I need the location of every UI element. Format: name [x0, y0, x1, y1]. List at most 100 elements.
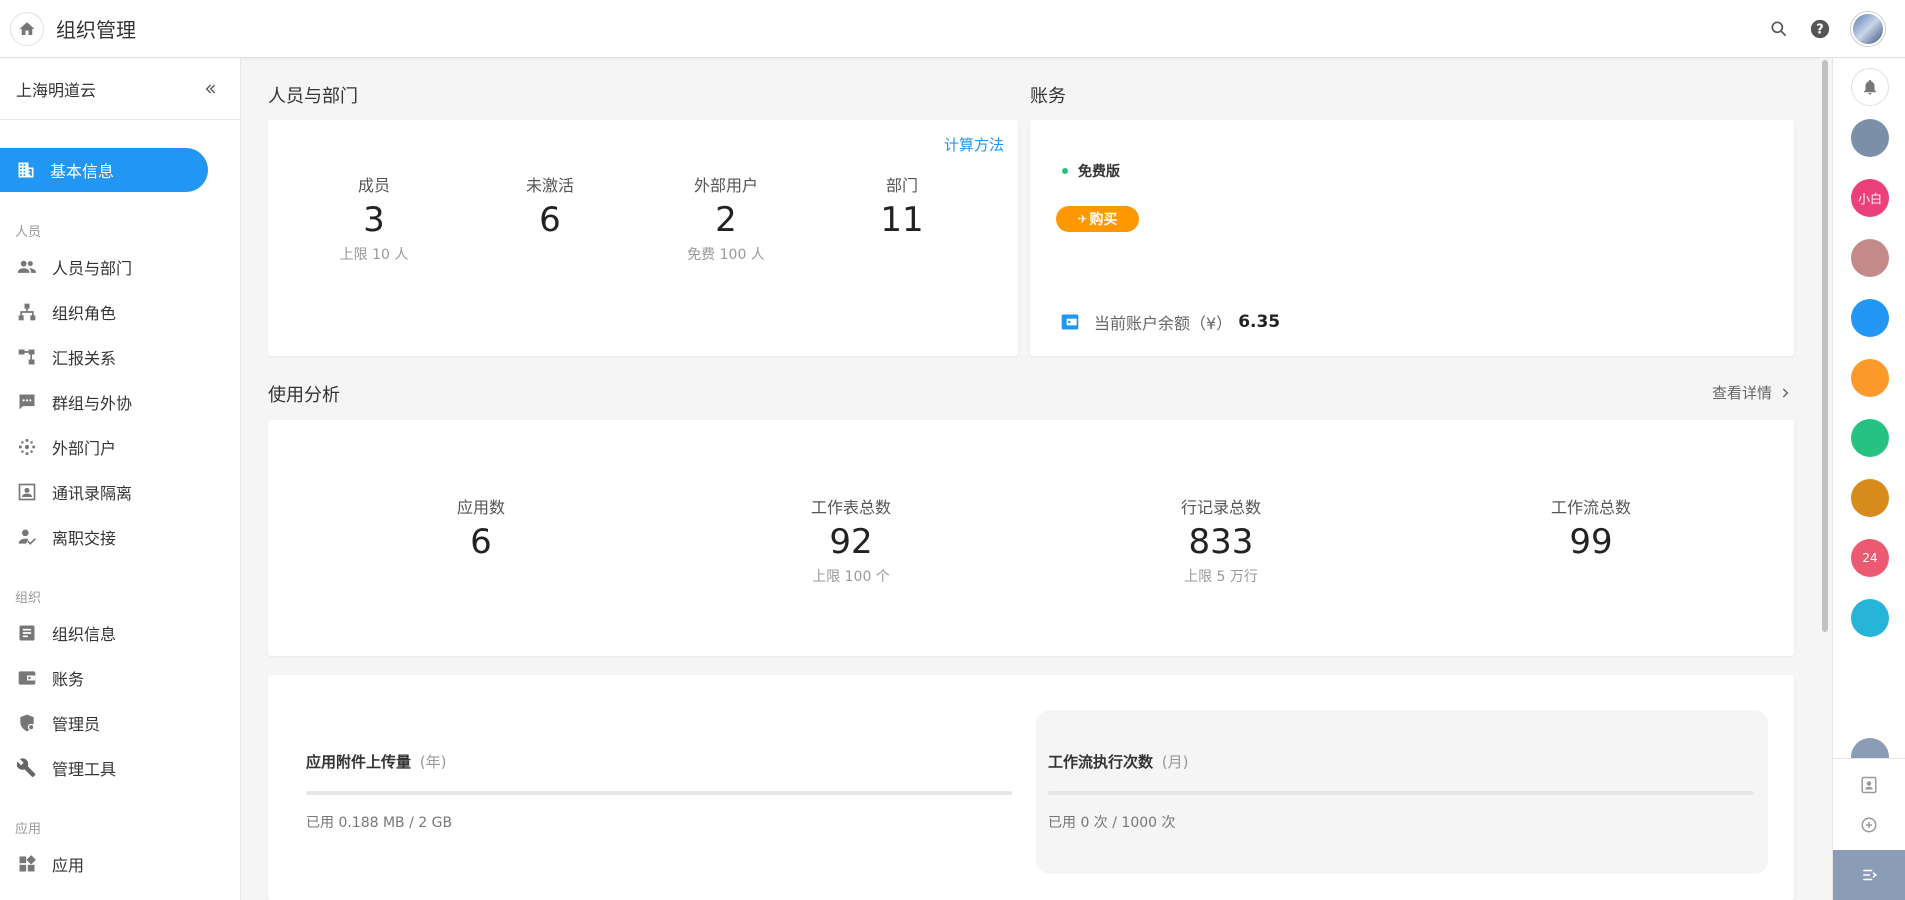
quota-period: (年): [419, 753, 447, 771]
sidebar-item-label: 基本信息: [50, 162, 115, 181]
sidebar-item-basic-info[interactable]: 基本信息: [0, 148, 208, 192]
buy-button[interactable]: ✈ 购买: [1056, 206, 1139, 232]
stat-value: 11: [880, 200, 924, 240]
help-icon[interactable]: ?: [1809, 18, 1831, 40]
sidebar-item-label: 通讯录隔离: [52, 484, 133, 503]
buy-label: 购买: [1089, 212, 1118, 228]
portal-icon: [16, 436, 38, 458]
user-avatar[interactable]: [1851, 12, 1885, 46]
home-button[interactable]: [10, 11, 44, 46]
sidebar-item-billing[interactable]: 账务: [0, 658, 240, 698]
sidebar-item-groups[interactable]: 群组与外协: [0, 382, 240, 422]
stat-sub: 上限 10 人: [339, 247, 409, 263]
quota-title: 应用附件上传量: [306, 753, 412, 771]
sidebar-item-apps[interactable]: 应用: [0, 844, 240, 884]
attachment-progress-track: [306, 791, 1012, 795]
stat-sub: 免费 100 人: [687, 247, 765, 263]
sidebar-item-label: 应用: [52, 856, 85, 875]
plan-status-dot: [1062, 168, 1068, 174]
scrollbar-thumb[interactable]: [1822, 60, 1828, 632]
stat-sub: 上限 100 个: [812, 569, 890, 585]
search-icon[interactable]: [1769, 19, 1789, 39]
rail-app-spark[interactable]: [1851, 299, 1889, 337]
org-chart-icon: [16, 346, 38, 368]
section-label-people: 人员: [15, 225, 42, 240]
rail-app-check-app[interactable]: [1851, 419, 1889, 457]
sidebar-item-label: 账务: [52, 670, 85, 689]
section-label-org: 组织: [15, 591, 42, 606]
stat-value: 6: [539, 200, 561, 240]
stat-value: 92: [829, 522, 873, 562]
rail-app-avatar-photo[interactable]: [1851, 239, 1889, 277]
sidebar-item-label: 群组与外协: [52, 394, 133, 413]
top-bar: 组织管理 ?: [0, 0, 1905, 58]
rail-app-calendar-app[interactable]: 24: [1851, 539, 1889, 577]
view-details-label: 查看详情: [1711, 384, 1772, 402]
sidebar-item-label: 组织角色: [52, 304, 117, 323]
contact-card-icon: [16, 481, 38, 503]
sidebar-item-org-info[interactable]: 组织信息: [0, 613, 240, 653]
rail-app-folder-app[interactable]: [1851, 599, 1889, 637]
rail-collapse-button[interactable]: [1833, 850, 1905, 900]
quota-period: (月): [1161, 753, 1189, 771]
rail-app-xiaobai[interactable]: 小白: [1851, 179, 1889, 217]
page-title: 组织管理: [56, 18, 136, 42]
people-card: 计算方法 成员 3 上限 10 人 未激活 6 外部用户 2 免费 100 人 …: [268, 120, 1018, 356]
stat-external-users: 外部用户 2 免费 100 人: [656, 172, 796, 264]
calc-method-link[interactable]: 计算方法: [944, 134, 1004, 155]
stat-members: 成员 3 上限 10 人: [304, 172, 444, 264]
svg-text:?: ?: [1816, 23, 1823, 38]
rail-app-bell[interactable]: [1851, 119, 1889, 157]
stat-label: 外部用户: [693, 176, 758, 195]
rail-app-flower-photo[interactable]: [1851, 479, 1889, 517]
sidebar-item-contact-isolation[interactable]: 通讯录隔离: [0, 472, 240, 512]
stat-label: 部门: [885, 176, 918, 195]
stat-value: 833: [1188, 522, 1254, 562]
notification-button[interactable]: [1851, 68, 1889, 106]
contacts-icon[interactable]: [1860, 776, 1878, 794]
rail-app-partial[interactable]: [1851, 738, 1889, 758]
wallet-icon: [1061, 314, 1079, 330]
sidebar-item-label: 外部门户: [52, 439, 117, 458]
workflow-quota-title: 工作流执行次数 (月): [1048, 751, 1189, 772]
rail-app-grid-app[interactable]: [1851, 359, 1889, 397]
chevron-right-icon: [1782, 387, 1789, 398]
sidebar-item-label: 人员与部门: [52, 259, 133, 278]
home-icon: [19, 21, 35, 35]
workflow-usage-text: 已用 0 次 / 1000 次: [1048, 815, 1176, 831]
stat-label: 行记录总数: [1180, 498, 1261, 517]
balance-row: 当前账户余额（¥） 6.35: [1060, 310, 1280, 334]
hierarchy-icon: [16, 301, 38, 323]
collapse-menu-icon: [1862, 869, 1877, 881]
sidebar-item-resignation-handover[interactable]: 离职交接: [0, 517, 240, 557]
view-details-link[interactable]: 查看详情: [1712, 382, 1792, 403]
sidebar-item-admin-tools[interactable]: 管理工具: [0, 748, 240, 788]
stat-departments: 部门 11: [832, 172, 972, 244]
quota-title: 工作流执行次数: [1048, 753, 1154, 771]
person-check-icon: [16, 526, 38, 548]
sidebar-item-people-departments[interactable]: 人员与部门: [0, 247, 240, 287]
rocket-icon: ✈: [1077, 212, 1088, 226]
right-rail: 小白 24: [1832, 58, 1905, 900]
main-scrollbar[interactable]: [1818, 58, 1832, 900]
chat-icon: [16, 391, 38, 413]
attachment-quota-title: 应用附件上传量 (年): [306, 751, 447, 772]
sidebar-item-label: 管理员: [52, 715, 101, 734]
workflow-progress-track: [1048, 791, 1754, 795]
sidebar-item-admins[interactable]: 管理员: [0, 703, 240, 743]
stat-label: 未激活: [525, 176, 574, 195]
stat-inactive: 未激活 6: [480, 172, 620, 244]
collapse-sidebar-icon[interactable]: [202, 81, 218, 97]
document-icon: [16, 622, 38, 644]
sidebar-item-external-portal[interactable]: 外部门户: [0, 427, 240, 467]
org-switcher: 上海明道云: [0, 58, 240, 120]
sidebar-item-reporting[interactable]: 汇报关系: [0, 337, 240, 377]
section-label-apps: 应用: [15, 822, 42, 837]
stat-label: 应用数: [456, 498, 505, 517]
sidebar: 上海明道云 基本信息 人员 人员与部门 组织角色 汇报关系 群组与外协 外部门户…: [0, 58, 241, 900]
add-chat-icon[interactable]: [1860, 816, 1878, 834]
sidebar-item-label: 离职交接: [52, 529, 117, 548]
sidebar-item-label: 组织信息: [52, 625, 117, 644]
wrench-icon: [16, 757, 38, 779]
sidebar-item-org-roles[interactable]: 组织角色: [0, 292, 240, 332]
